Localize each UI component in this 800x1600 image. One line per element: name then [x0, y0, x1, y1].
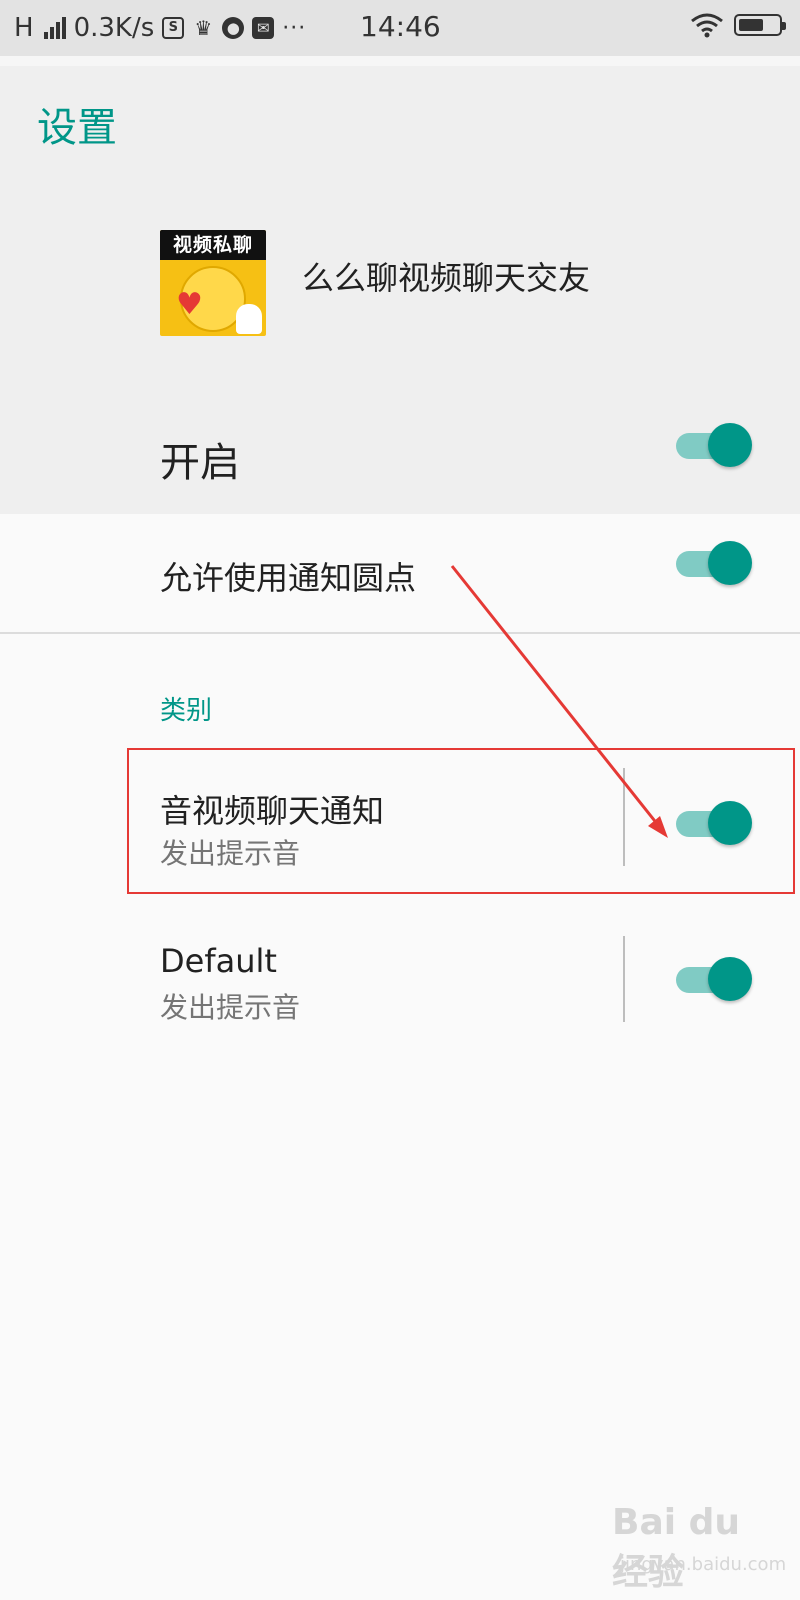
network-speed: 0.3K/s — [73, 13, 155, 43]
switch-thumb — [708, 957, 752, 1001]
category-subtitle: 发出提示音 — [160, 991, 301, 1024]
app-name: 么么聊视频聊天交友 — [302, 259, 591, 297]
master-switch[interactable] — [672, 420, 752, 470]
crown-icon: ♛ — [194, 16, 213, 40]
watermark-brand: Bai du 经验 — [612, 1502, 741, 1593]
status-bar: H 0.3K/s S ♛ ● ✉ ··· 14:46 — [0, 0, 800, 56]
more-icon: ··· — [282, 15, 307, 41]
baidu-jingyan-watermark: Bai du 经验 jingyan.baidu.com — [612, 1502, 786, 1593]
planet-icon: ● — [222, 17, 245, 39]
network-type: H — [14, 13, 34, 43]
watermark-url: jingyan.baidu.com — [620, 1554, 787, 1575]
annotation-highlight-box — [127, 748, 795, 894]
switch-thumb — [708, 541, 752, 585]
section-divider — [0, 632, 800, 634]
app-icon-banner: 视频私聊 — [160, 230, 266, 260]
bunny-icon — [236, 304, 262, 334]
categories-header: 类别 — [160, 696, 213, 726]
category-switch-default[interactable] — [672, 954, 752, 1004]
master-switch-label: 开启 — [160, 440, 240, 486]
notification-dots-switch[interactable] — [672, 538, 752, 588]
row-vertical-divider — [623, 936, 625, 1022]
status-right — [690, 12, 786, 38]
status-left: H 0.3K/s S ♛ ● ✉ ··· — [14, 13, 306, 43]
notification-dots-label: 允许使用通知圆点 — [160, 559, 417, 597]
switch-thumb — [708, 423, 752, 467]
battery-level — [739, 19, 763, 31]
page-title: 设置 — [37, 105, 117, 151]
signal-icon — [43, 17, 66, 39]
app-icon: 视频私聊 ♥ — [160, 230, 266, 336]
message-icon: ✉ — [252, 17, 275, 39]
sim-icon: S — [162, 17, 185, 39]
wifi-icon — [691, 13, 723, 38]
clock: 14:46 — [360, 10, 441, 43]
heart-icon: ♥ — [176, 287, 203, 322]
battery-icon — [734, 14, 786, 36]
category-title: Default — [160, 942, 277, 980]
